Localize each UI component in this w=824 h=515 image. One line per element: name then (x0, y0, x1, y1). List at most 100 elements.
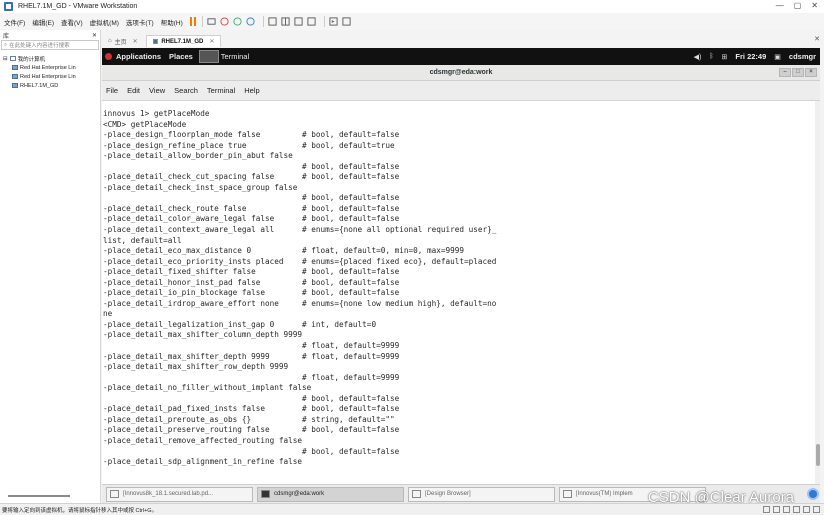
stretch-guest-icon[interactable] (342, 17, 351, 26)
display-icon[interactable] (813, 506, 820, 513)
minimize-button[interactable]: — (776, 1, 784, 10)
app-window-icon (563, 490, 572, 498)
terminal-menu-view[interactable]: View (149, 86, 165, 95)
terminal-menu-edit[interactable]: Edit (127, 86, 140, 95)
user-icon[interactable]: ▣ (774, 53, 781, 61)
tree-node-vm[interactable]: Red Hat Enterprise Lin (0, 72, 100, 81)
vmware-status-bar: 要将输入定向到该虚拟机，请将鼠标指针移入其中或按 Ctrl+G。 (0, 503, 824, 515)
tree-node-my-computer[interactable]: ⊟ 我的计算机 (0, 54, 100, 63)
network-icon[interactable]: ⊞ (722, 53, 728, 61)
tab-rhel[interactable]: ▣ RHEL7.1M_GD ✕ (145, 35, 222, 47)
console-view-icon[interactable] (329, 17, 338, 26)
terminal-line: # float, default=9999 (103, 372, 400, 382)
vm-icon: ▣ (152, 39, 159, 45)
taskbar-item-innovus-lab[interactable]: [Innovus8k_18.1.secured.lab.pd... (106, 486, 253, 502)
terminal-line: -place_detail_remove_affected_routing fa… (103, 435, 303, 445)
send-ctrl-alt-del-icon[interactable] (207, 17, 216, 26)
tree-label: Red Hat Enterprise Lin (20, 64, 76, 71)
terminal-line: -place_detail_legalization_inst_gap 0 # … (103, 319, 377, 329)
taskbar-item-terminal[interactable]: cdsmgr@eda:work (257, 486, 404, 502)
library-search-input[interactable]: ⌕ 在此处键入内容进行搜索 (1, 40, 99, 50)
thumbnail-view-icon[interactable] (281, 17, 290, 26)
tab-home[interactable]: ⌂ 主页 ✕ (102, 35, 144, 47)
terminal-title-bar[interactable]: cdsmgr@eda:work – □ × (102, 65, 820, 81)
terminal-line: -place_detail_context_aware_legal all # … (103, 225, 497, 235)
tree-node-vm[interactable]: Red Hat Enterprise Lin (0, 63, 100, 72)
user-menu[interactable]: cdsmgr (789, 52, 816, 61)
network-adapter-icon[interactable] (783, 506, 790, 513)
cd-icon[interactable] (773, 506, 780, 513)
volume-icon[interactable]: ◀) (694, 53, 702, 61)
terminal-line: -place_detail_io_pin_blockage false # bo… (103, 288, 400, 298)
terminal-scrollbar-thumb[interactable] (816, 444, 820, 466)
terminal-line: <CMD> getPlaceMode (103, 119, 187, 129)
workspace-indicator-icon[interactable] (807, 488, 819, 500)
hdd-icon[interactable] (763, 506, 770, 513)
terminal-line: -place_detail_pad_fixed_insts false # bo… (103, 404, 400, 414)
manage-snapshots-icon[interactable] (246, 17, 255, 26)
revert-snapshot-icon[interactable] (233, 17, 242, 26)
maximize-button[interactable]: ▢ (794, 1, 802, 10)
vm-icon (12, 83, 18, 88)
library-title: 库 (3, 33, 10, 40)
places-menu[interactable]: Places (169, 52, 193, 61)
menu-help[interactable]: 帮助(H) (161, 17, 183, 27)
snapshot-icon[interactable] (220, 17, 229, 26)
library-scrollbar[interactable] (8, 495, 70, 497)
terminal-line: # bool, default=false (103, 446, 400, 456)
menu-file[interactable]: 文件(F) (4, 17, 25, 27)
terminal-menu-search[interactable]: Search (174, 86, 198, 95)
terminal-line: innovus 1> getPlaceMode (103, 109, 210, 118)
bluetooth-icon[interactable]: ᛒ (709, 53, 713, 60)
close-icon[interactable]: ✕ (133, 38, 138, 45)
sound-icon[interactable] (803, 506, 810, 513)
close-button[interactable]: ✕ (811, 1, 818, 10)
window-controls: — ▢ ✕ (776, 1, 818, 10)
usb-icon[interactable] (793, 506, 800, 513)
terminal-line: -place_detail_honor_inst_pad false # boo… (103, 277, 400, 287)
window-title: RHEL7.1M_GD - VMware Workstation (18, 3, 138, 10)
close-icon[interactable]: ✕ (209, 38, 214, 45)
clock[interactable]: Fri 22:49 (735, 52, 766, 61)
menu-vm[interactable]: 虚拟机(M) (90, 17, 119, 27)
terminal-thumbnail-icon (198, 50, 219, 63)
menu-view[interactable]: 查看(V) (61, 17, 83, 27)
terminal-menu-terminal[interactable]: Terminal (207, 86, 235, 95)
collapse-icon[interactable]: ⊟ (3, 56, 8, 62)
toolbar-divider (323, 16, 325, 27)
vmware-title-bar: RHEL7.1M_GD - VMware Workstation — ▢ ✕ (0, 0, 824, 13)
terminal-line: -place_detail_no_filler_without_implant … (103, 383, 312, 393)
taskbar-label: [Innovus(TM) Implem (576, 491, 633, 497)
library-view-icon[interactable] (268, 17, 277, 26)
taskbar-label: cdsmgr@eda:work (274, 491, 325, 497)
taskbar-item-design-browser[interactable]: [Design Browser] (408, 486, 555, 502)
applications-menu[interactable]: Applications (105, 52, 161, 61)
tree-node-vm[interactable]: RHEL7.1M_GD (0, 81, 100, 90)
terminal-menu-file[interactable]: File (106, 86, 118, 95)
terminal-launcher[interactable]: Terminal (198, 50, 249, 63)
home-icon: ⌂ (108, 38, 112, 44)
tree-label: Red Hat Enterprise Lin (20, 73, 76, 80)
terminal-minimize-button[interactable]: – (779, 68, 791, 77)
pause-icon[interactable] (189, 17, 192, 26)
terminal-maximize-button[interactable]: □ (792, 68, 804, 77)
tabs-close-icon[interactable]: ✕ (814, 35, 820, 43)
terminal-line: # bool, default=false (103, 161, 400, 171)
guest-screen[interactable]: Applications Places Terminal ◀) ᛒ ⊞ Fri … (102, 48, 820, 484)
library-tree: ⊟ 我的计算机 Red Hat Enterprise Lin Red Hat E… (0, 50, 100, 90)
toolbar-divider (201, 16, 203, 27)
terminal-menu-help[interactable]: Help (244, 86, 259, 95)
terminal-line: # bool, default=false (103, 193, 400, 203)
terminal-line: -place_detail_check_route false # bool, … (103, 203, 400, 213)
terminal-line: -place_detail_irdrop_aware_effort none #… (103, 298, 497, 308)
terminal-close-button[interactable]: × (805, 68, 817, 77)
unity-icon[interactable] (307, 17, 316, 26)
menu-tabs[interactable]: 选项卡(T) (126, 17, 154, 27)
menu-edit[interactable]: 编辑(E) (32, 17, 54, 27)
library-close-button[interactable]: ✕ (92, 32, 97, 39)
terminal-output[interactable]: innovus 1> getPlaceMode <CMD> getPlaceMod… (102, 101, 815, 484)
app-window-icon (412, 490, 421, 498)
fullscreen-icon[interactable] (294, 17, 303, 26)
terminal-scrollbar[interactable] (815, 101, 820, 484)
toolbar-divider (262, 16, 264, 27)
